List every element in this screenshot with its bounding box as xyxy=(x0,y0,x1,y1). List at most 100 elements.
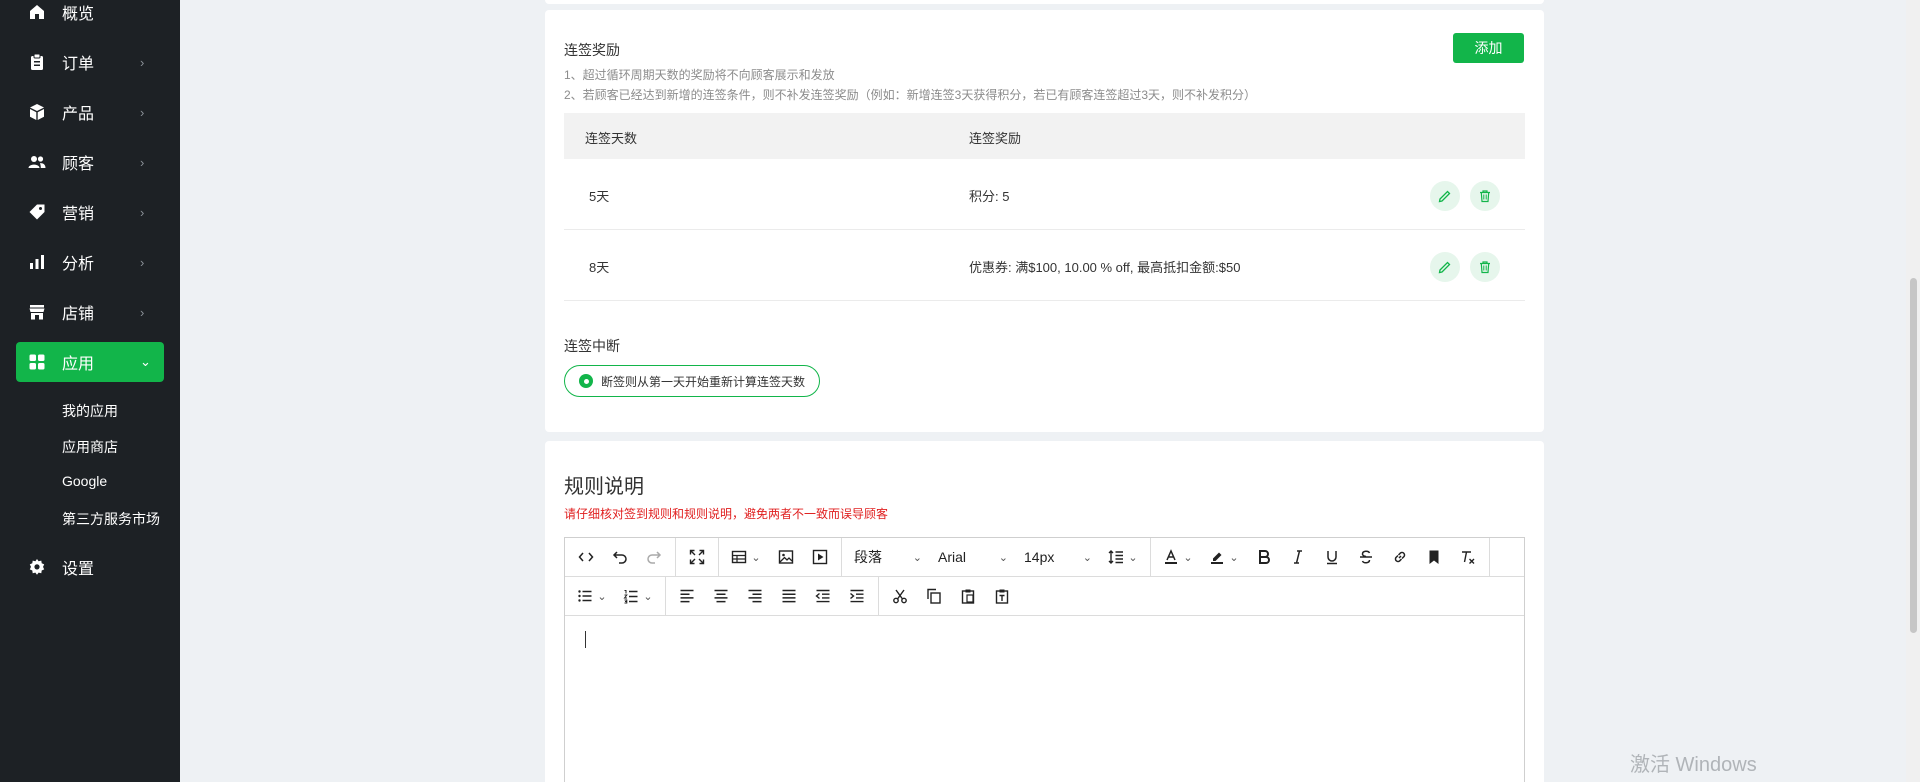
delete-button[interactable] xyxy=(1470,181,1500,211)
clear-format-icon[interactable] xyxy=(1451,542,1485,572)
chevron-right-icon: › xyxy=(140,54,145,70)
chevron-down-icon: ⌄ xyxy=(1128,551,1138,564)
sidebar-item-apps[interactable]: 应用 ⌄ xyxy=(16,342,164,382)
align-center-icon[interactable] xyxy=(704,581,738,611)
paragraph-select[interactable]: 段落 ⌄ xyxy=(846,542,930,572)
source-code-icon[interactable] xyxy=(569,542,603,572)
sidebar-subitem-app-store[interactable]: 应用商店 xyxy=(62,437,118,457)
row-days: 5天 xyxy=(589,189,610,204)
fullscreen-icon[interactable] xyxy=(680,542,714,572)
trash-icon xyxy=(1480,261,1490,274)
add-button[interactable]: 添加 xyxy=(1453,33,1524,63)
sidebar-item-products[interactable]: 产品 › xyxy=(16,92,164,132)
table-row: 8天 优惠券: 满$100, 10.00 % off, 最高抵扣金额:$50 xyxy=(564,230,1525,301)
scrollbar-thumb[interactable] xyxy=(1910,278,1917,633)
chevron-down-icon: ⌄ xyxy=(912,551,922,564)
numbered-list-icon[interactable]: ⌄ xyxy=(615,581,661,611)
font-family-select[interactable]: Arial ⌄ xyxy=(930,542,1016,572)
chevron-down-icon: ⌄ xyxy=(140,354,151,369)
radio-label: 断签则从第一天开始重新计算连签天数 xyxy=(601,374,806,389)
sidebar-item-marketing[interactable]: 营销 › xyxy=(16,192,164,232)
rich-text-editor: ⌄ 段落 ⌄ Arial ⌄ 14px ⌄ ⌄ ⌄ ⌄ ⌄ ⌄ xyxy=(564,537,1525,782)
sidebar-item-label: 顾客 xyxy=(62,156,95,173)
sidebar-item-label: 产品 xyxy=(62,106,95,123)
chevron-right-icon: › xyxy=(140,154,145,170)
page-scrollbar[interactable] xyxy=(1906,0,1920,782)
align-right-icon[interactable] xyxy=(738,581,772,611)
image-icon[interactable] xyxy=(769,542,803,572)
bold-icon[interactable] xyxy=(1247,542,1281,572)
outdent-icon[interactable] xyxy=(806,581,840,611)
chevron-down-icon: ⌄ xyxy=(597,590,607,603)
align-left-icon[interactable] xyxy=(670,581,704,611)
home-icon xyxy=(26,1,48,23)
column-header-days: 连签天数 xyxy=(585,131,638,146)
chevron-down-icon: ⌄ xyxy=(643,590,653,603)
paste-text-icon[interactable] xyxy=(985,581,1019,611)
undo-icon[interactable] xyxy=(603,542,637,572)
chevron-right-icon: › xyxy=(140,104,145,120)
italic-icon[interactable] xyxy=(1281,542,1315,572)
media-icon[interactable] xyxy=(803,542,837,572)
sidebar-item-overview[interactable]: 概览 xyxy=(16,0,164,32)
streak-break-title: 连签中断 xyxy=(564,338,620,354)
table-icon[interactable]: ⌄ xyxy=(723,542,769,572)
bookmark-icon[interactable] xyxy=(1417,542,1451,572)
pencil-icon xyxy=(1438,190,1451,203)
sidebar-item-label: 设置 xyxy=(62,561,95,578)
apps-icon xyxy=(26,351,48,373)
sidebar-item-orders[interactable]: 订单 › xyxy=(16,42,164,82)
chevron-down-icon: ⌄ xyxy=(1082,551,1092,564)
paste-icon[interactable] xyxy=(951,581,985,611)
chevron-down-icon: ⌄ xyxy=(751,551,761,564)
redo-icon[interactable] xyxy=(637,542,671,572)
cut-icon[interactable] xyxy=(883,581,917,611)
editor-content-area[interactable] xyxy=(565,617,1524,782)
chevron-right-icon: › xyxy=(140,254,145,270)
clipboard-icon xyxy=(26,51,48,73)
editor-toolbar-row-1: ⌄ 段落 ⌄ Arial ⌄ 14px ⌄ ⌄ ⌄ ⌄ xyxy=(565,537,1524,577)
underline-icon[interactable] xyxy=(1315,542,1349,572)
table-row: 5天 积分: 5 xyxy=(564,159,1525,230)
sidebar-item-store[interactable]: 店铺 › xyxy=(16,292,164,332)
windows-activation-watermark: 激活 Windows xyxy=(1630,754,1757,776)
chevron-down-icon: ⌄ xyxy=(1183,551,1193,564)
link-icon[interactable] xyxy=(1383,542,1417,572)
box-icon xyxy=(26,101,48,123)
tag-icon xyxy=(26,201,48,223)
font-family-select-value: Arial xyxy=(938,549,967,565)
sidebar-subitem-my-apps[interactable]: 我的应用 xyxy=(62,401,118,421)
chevron-right-icon: › xyxy=(140,304,145,320)
sidebar-item-label: 分析 xyxy=(62,256,95,273)
column-header-reward: 连签奖励 xyxy=(969,131,1022,146)
radio-checked-icon xyxy=(579,374,593,388)
text-color-icon[interactable]: ⌄ xyxy=(1155,542,1201,572)
gear-icon xyxy=(26,556,48,578)
store-icon xyxy=(26,301,48,323)
streak-reward-title: 连签奖励 xyxy=(564,42,620,58)
sidebar-item-settings[interactable]: 设置 xyxy=(16,547,164,587)
strikethrough-icon[interactable] xyxy=(1349,542,1383,572)
bullet-list-icon[interactable]: ⌄ xyxy=(569,581,615,611)
table-header: 连签天数 连签奖励 xyxy=(564,113,1525,159)
copy-icon[interactable] xyxy=(917,581,951,611)
sidebar-item-label: 营销 xyxy=(62,206,95,223)
sidebar-item-customers[interactable]: 顾客 › xyxy=(16,142,164,182)
font-size-select[interactable]: 14px ⌄ xyxy=(1016,542,1100,572)
delete-button[interactable] xyxy=(1470,252,1500,282)
rules-warning: 请仔细核对签到规则和规则说明，避免两者不一致而误导顾客 xyxy=(564,507,889,521)
sidebar: 概览 订单 › 产品 › 顾客 › 营销 › 分析 › 店铺 › 应用 ⌄ 我的… xyxy=(0,0,180,782)
sidebar-subitem-third-party[interactable]: 第三方服务市场 xyxy=(62,509,160,529)
sidebar-subitem-google[interactable]: Google xyxy=(62,473,107,489)
highlight-color-icon[interactable]: ⌄ xyxy=(1201,542,1247,572)
line-height-icon[interactable]: ⌄ xyxy=(1100,542,1146,572)
sidebar-item-analytics[interactable]: 分析 › xyxy=(16,242,164,282)
indent-icon[interactable] xyxy=(840,581,874,611)
users-icon xyxy=(26,151,48,173)
bar-chart-icon xyxy=(26,251,48,273)
sidebar-item-label: 概览 xyxy=(62,6,95,23)
edit-button[interactable] xyxy=(1430,181,1460,211)
break-option-radio[interactable]: 断签则从第一天开始重新计算连签天数 xyxy=(564,365,820,397)
edit-button[interactable] xyxy=(1430,252,1460,282)
align-justify-icon[interactable] xyxy=(772,581,806,611)
